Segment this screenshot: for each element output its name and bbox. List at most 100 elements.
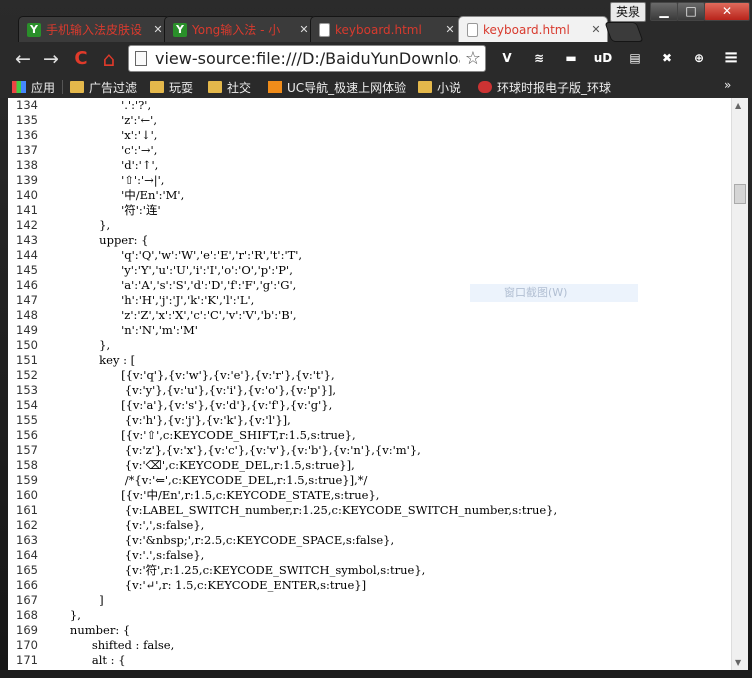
tab-close-icon[interactable]: ✕ xyxy=(443,23,457,36)
bookmark-star-icon[interactable]: ☆ xyxy=(465,48,481,69)
line-number: 159 xyxy=(16,473,38,487)
address-bar[interactable]: view-source:file:///D:/BaiduYunDownload … xyxy=(128,45,486,72)
line-text: [{v:'⇧',c:KEYCODE_SHIFT,r:1.5,s:true}, xyxy=(48,428,356,442)
line-text: 'q':'Q','w':'W','e':'E','r':'R','t':'T', xyxy=(48,248,303,262)
code-line: 167 ] xyxy=(8,593,731,608)
code-line: 156 [{v:'⇧',c:KEYCODE_SHIFT,r:1.5,s:true… xyxy=(8,428,731,443)
code-line: 138 'd':'↑', xyxy=(8,158,731,173)
code-line: 170 shifted : false, xyxy=(8,638,731,653)
line-number: 161 xyxy=(16,503,38,517)
tab-4-active[interactable]: keyboard.html ✕ xyxy=(458,16,608,42)
url-text[interactable]: view-source:file:///D:/BaiduYunDownload xyxy=(155,49,460,69)
tab-close-icon[interactable]: ✕ xyxy=(589,23,603,36)
line-text: 'c':'→', xyxy=(48,143,158,157)
line-number: 163 xyxy=(16,533,38,547)
line-text: key : [ xyxy=(48,353,136,367)
line-number: 144 xyxy=(16,248,38,262)
maximize-button[interactable]: □ xyxy=(677,2,705,21)
line-number: 165 xyxy=(16,563,38,577)
folder-icon xyxy=(150,81,164,93)
line-text: {v:'h'},{v:'j'},{v:'k'},{v:'l'}], xyxy=(48,413,291,427)
image-extension-icon[interactable]: ▤ xyxy=(624,47,646,69)
line-text: {v:'z'},{v:'x'},{v:'c'},{v:'v'},{v:'b'},… xyxy=(48,443,421,457)
close-window-button[interactable]: ✕ xyxy=(704,2,750,21)
source-view[interactable]: 134 '.':'?', 135 'z':'←', 136 'x':'↓', 137 … xyxy=(8,98,731,670)
bookmark-label: 社交 xyxy=(227,80,252,95)
line-text: {v:'&nbsp;',r:2.5,c:KEYCODE_SPACE,s:fals… xyxy=(48,533,395,547)
menu-icon[interactable]: ≡ xyxy=(720,47,742,69)
line-number: 153 xyxy=(16,383,38,397)
line-text: {v:',',s:false}, xyxy=(48,518,205,532)
leaf-icon: Y xyxy=(27,22,41,37)
code-line: 164 {v:'.',s:false}, xyxy=(8,548,731,563)
line-text: upper: { xyxy=(48,233,149,247)
tab-3[interactable]: keyboard.html ✕ xyxy=(310,16,462,42)
line-text: 'z':'←', xyxy=(48,113,157,127)
tab-label: Yong输入法 - 小 xyxy=(192,23,281,37)
page-icon xyxy=(135,51,147,66)
ime-indicator[interactable]: 英泉 xyxy=(610,2,646,22)
line-number: 149 xyxy=(16,323,38,337)
line-text: 'a':'A','s':'S','d':'D','f':'F','g':'G', xyxy=(48,278,297,292)
home-button[interactable]: ⌂ xyxy=(98,48,120,70)
line-number: 157 xyxy=(16,443,38,457)
scroll-up-icon[interactable]: ▲ xyxy=(735,101,741,110)
forward-button[interactable]: → xyxy=(40,48,62,70)
line-number: 162 xyxy=(16,518,38,532)
v-extension-icon[interactable]: V xyxy=(496,47,518,69)
line-text: {v:'↵',r: 1.5,c:KEYCODE_ENTER,s:true}] xyxy=(48,578,367,592)
line-number: 141 xyxy=(16,203,38,217)
screenshot-hint: 窗口截图(W) xyxy=(470,284,638,302)
stripes-extension-icon[interactable]: ≋ xyxy=(528,47,550,69)
line-text: 'y':'Y','u':'U','i':'I','o':'O','p':'P', xyxy=(48,263,293,277)
code-line: 152 [{v:'q'},{v:'w'},{v:'e'},{v:'r'},{v:… xyxy=(8,368,731,383)
reload-button[interactable]: C xyxy=(70,48,92,70)
minimize-button[interactable]: ▁ xyxy=(650,2,678,21)
scroll-thumb[interactable] xyxy=(734,184,746,204)
bookmark-label: 广告过滤 xyxy=(89,80,138,95)
tab-2[interactable]: Y Yong输入法 - 小 ✕ xyxy=(164,16,316,42)
line-number: 171 xyxy=(16,653,38,667)
bookmark-ad-filter[interactable]: 广告过滤 xyxy=(70,78,137,96)
bookmarks-overflow-button[interactable]: » xyxy=(724,78,731,92)
code-line: 142 }, xyxy=(8,218,731,233)
document-icon xyxy=(319,22,330,37)
line-text: 'h':'H','j':'J','k':'K','l':'L', xyxy=(48,293,255,307)
line-number: 137 xyxy=(16,143,38,157)
line-number: 145 xyxy=(16,263,38,277)
tab-close-icon[interactable]: ✕ xyxy=(151,23,165,36)
line-text: '符':'连' xyxy=(48,203,161,217)
line-text: }, xyxy=(48,608,81,622)
back-button[interactable]: ← xyxy=(12,48,34,70)
bookmark-global-times[interactable]: 环球时报电子版_环球 xyxy=(478,78,618,96)
bookmark-label: 应用 xyxy=(31,80,56,95)
bookmark-apps[interactable]: 应用 xyxy=(12,78,55,96)
line-number: 160 xyxy=(16,488,38,502)
scroll-down-icon[interactable]: ▼ xyxy=(735,658,741,667)
code-line: 136 'x':'↓', xyxy=(8,128,731,143)
bookmark-play[interactable]: 玩耍 xyxy=(150,78,193,96)
line-number: 158 xyxy=(16,458,38,472)
new-tab-button[interactable] xyxy=(604,22,644,42)
gray-extension-icon[interactable]: ▬ xyxy=(560,47,582,69)
tab-close-icon[interactable]: ✕ xyxy=(297,23,311,36)
code-line: 158 {v:'⌫',c:KEYCODE_DEL,r:1.5,s:true}], xyxy=(8,458,731,473)
line-number: 147 xyxy=(16,293,38,307)
bookmark-uc-nav[interactable]: UC导航_极速上网体验 xyxy=(268,78,408,96)
line-number: 164 xyxy=(16,548,38,562)
ublock-extension-icon[interactable]: uD xyxy=(592,47,614,69)
code-line: 151 key : [ xyxy=(8,353,731,368)
globe-extension-icon[interactable]: ⊕ xyxy=(688,47,710,69)
code-line: 150 }, xyxy=(8,338,731,353)
red-extension-icon[interactable]: ✖ xyxy=(656,47,678,69)
line-number: 150 xyxy=(16,338,38,352)
line-text: number: { xyxy=(48,623,131,637)
code-line: 144 'q':'Q','w':'W','e':'E','r':'R','t':… xyxy=(8,248,731,263)
bookmark-social[interactable]: 社交 xyxy=(208,78,251,96)
tab-1[interactable]: Y 手机输入法皮肤设 ✕ xyxy=(18,16,170,42)
line-number: 169 xyxy=(16,623,38,637)
line-text: }, xyxy=(48,218,111,232)
bookmark-novels[interactable]: 小说 xyxy=(418,78,461,96)
vertical-scrollbar[interactable]: ▲ ▼ xyxy=(731,98,748,670)
line-text: {v:'⌫',c:KEYCODE_DEL,r:1.5,s:true}], xyxy=(48,458,355,472)
